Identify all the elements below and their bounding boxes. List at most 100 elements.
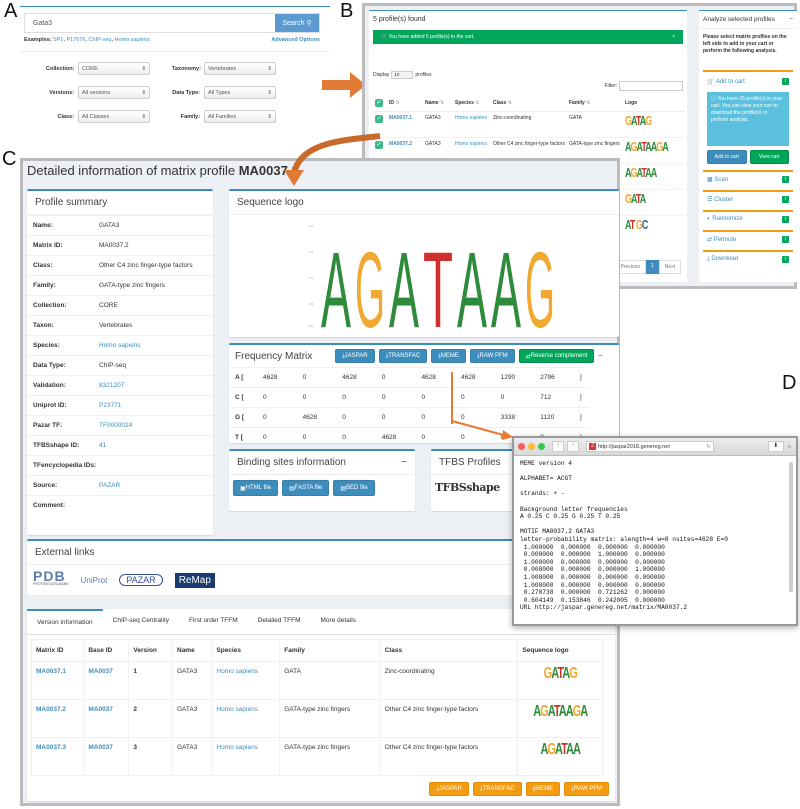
reverse-complement-button[interactable]: ⇄ Reverse complement xyxy=(518,349,595,363)
close-window-button[interactable] xyxy=(518,443,525,450)
pdb-logo[interactable]: PDB PROTEIN DATA BANK xyxy=(33,569,69,588)
summary-value-link[interactable]: P23771 xyxy=(99,402,121,409)
tab-detailed-tffm[interactable]: Detailed TFFM xyxy=(248,609,311,634)
sequence-logo-thumbnail[interactable]: GATAG xyxy=(544,666,578,683)
dl-meme-button[interactable]: ⤓ MEME xyxy=(525,782,561,796)
tool-scan[interactable]: ▦ Scan i xyxy=(703,170,793,186)
example-link[interactable]: P17676 xyxy=(67,37,86,43)
dl-raw-pfm-button[interactable]: ⤓ RAW PFM xyxy=(564,782,609,796)
select-all-checkbox[interactable]: ✓ xyxy=(375,98,383,107)
view-cart-button[interactable]: View cart xyxy=(749,150,789,164)
base-id-link[interactable]: MA0037 xyxy=(88,668,113,675)
taxonomy-select[interactable]: Vertebrates ⇕ xyxy=(204,62,276,75)
search-input[interactable] xyxy=(25,14,275,32)
minimize-window-button[interactable] xyxy=(528,443,535,450)
profile-id-link[interactable]: MA0037.2 xyxy=(389,141,412,147)
example-link[interactable]: ChIP-seq xyxy=(89,37,112,43)
dl-jaspar-button[interactable]: ⤓ JASPAR xyxy=(429,782,469,796)
tool-cluster[interactable]: ☰ Cluster i xyxy=(703,190,793,206)
page-1-button[interactable]: 1 xyxy=(645,260,659,274)
species-link[interactable]: Homo sapiens xyxy=(455,141,487,147)
tool-download[interactable]: ⤓ Download i xyxy=(703,250,793,266)
tab-more-details[interactable]: More details xyxy=(311,609,366,634)
address-bar[interactable]: J http://jaspar2018.genereg.net ↻ xyxy=(586,441,714,452)
add-to-cart-button[interactable]: Add to cart xyxy=(707,150,747,164)
collapse-icon[interactable]: − xyxy=(598,353,602,360)
forward-button[interactable]: › xyxy=(567,441,579,452)
bed-file-button[interactable]: ▤ BED file xyxy=(333,480,375,496)
maximize-window-button[interactable] xyxy=(538,443,545,450)
row-checkbox[interactable]: ✓ xyxy=(375,114,383,123)
example-link[interactable]: SP1 xyxy=(53,37,63,43)
fm-jaspar-button[interactable]: ⤓ JASPAR xyxy=(335,349,375,363)
add-to-cart-item[interactable]: 🛒 Add to cart i xyxy=(703,70,793,90)
search-button[interactable]: Search ⚲ xyxy=(275,14,319,32)
base-id-link[interactable]: MA0037 xyxy=(88,706,113,713)
example-link[interactable]: Homo sapiens xyxy=(115,37,150,43)
species-link[interactable]: Homo sapiens xyxy=(216,668,258,675)
sequence-logo-thumbnail[interactable]: AGATAAGA xyxy=(533,704,588,721)
summary-value-link[interactable]: PAZAR xyxy=(99,482,120,489)
display-select[interactable]: 10 xyxy=(391,71,414,79)
sequence-logo-thumbnail[interactable]: GATAG xyxy=(625,112,652,129)
html-file-button[interactable]: ▣ HTML file xyxy=(233,480,279,496)
download-icon[interactable]: ⬇ xyxy=(767,441,784,452)
fm-raw-pfm-button[interactable]: ⤓ RAW PFM xyxy=(469,349,515,363)
family-select[interactable]: All Families ⇕ xyxy=(204,110,276,123)
sequence-logo-thumbnail[interactable]: AGATAAGA xyxy=(625,138,669,155)
new-tab-icon[interactable]: + xyxy=(787,442,792,452)
species-link[interactable]: Homo sapiens xyxy=(216,706,258,713)
sequence-logo-thumbnail[interactable]: GATA xyxy=(625,190,646,207)
data-type-select[interactable]: All Types ⇕ xyxy=(204,86,276,99)
close-icon[interactable]: × xyxy=(672,34,675,40)
tab-first-order-tffm[interactable]: First order TFFM xyxy=(179,609,248,634)
summary-value-link[interactable]: TF0000024 xyxy=(99,422,132,429)
species-link[interactable]: Homo sapiens xyxy=(216,744,258,751)
matrix-id-link[interactable]: MA0037.2 xyxy=(36,706,66,713)
collapse-icon[interactable]: − xyxy=(401,457,407,468)
col-id[interactable]: ID ⇅ xyxy=(387,95,423,112)
tab-chip-seq-centrality[interactable]: ChIP-seq Centrality xyxy=(103,609,179,634)
species-link[interactable]: Homo sapiens xyxy=(455,115,487,121)
reload-icon[interactable]: ↻ xyxy=(706,444,713,450)
info-icon[interactable]: i xyxy=(782,235,789,243)
fm-meme-button[interactable]: ⤓ MEME xyxy=(431,349,466,363)
next-page-button[interactable]: Next xyxy=(658,260,681,274)
tool-permute[interactable]: ⇄ Permute i xyxy=(703,230,793,246)
summary-value-link[interactable]: 41 xyxy=(99,442,106,449)
info-icon[interactable]: i xyxy=(782,195,789,203)
matrix-id-link[interactable]: MA0037.1 xyxy=(36,668,66,675)
back-button[interactable]: ‹ xyxy=(552,441,564,452)
base-id-link[interactable]: MA0037 xyxy=(88,744,113,751)
collection-select[interactable]: CORE ⇕ xyxy=(78,62,150,75)
tool-randomize[interactable]: ◐ Randomize i xyxy=(703,210,793,226)
col-family[interactable]: Family ⇅ xyxy=(567,95,623,112)
summary-value-link[interactable]: Homo sapiens xyxy=(99,342,141,349)
fm-transfac-button[interactable]: ⤓ TRANSFAC xyxy=(378,349,428,363)
uniprot-logo[interactable]: UniProt xyxy=(81,576,108,585)
advanced-options-link[interactable]: Advanced Options xyxy=(271,37,320,43)
fasta-file-button[interactable]: ▤ FASTA file xyxy=(282,480,330,496)
info-icon[interactable]: i xyxy=(782,255,789,263)
col-name[interactable]: Name ⇅ xyxy=(423,95,453,112)
info-icon[interactable]: i xyxy=(782,77,789,85)
collapse-icon[interactable]: − xyxy=(789,16,793,23)
sequence-logo-thumbnail[interactable]: AGATAA xyxy=(625,164,657,181)
col-class[interactable]: Class ⇅ xyxy=(491,95,567,112)
info-icon[interactable]: i xyxy=(782,175,789,183)
filter-input[interactable] xyxy=(619,81,683,91)
remap-logo[interactable]: ReMap xyxy=(174,572,215,588)
matrix-id-link[interactable]: MA0037.3 xyxy=(36,744,66,751)
tab-version-information[interactable]: Version information xyxy=(27,609,103,634)
scrollbar[interactable] xyxy=(789,462,793,592)
col-species[interactable]: Species ⇅ xyxy=(453,95,491,112)
summary-value-link[interactable]: 8321207 xyxy=(99,382,124,389)
class-select[interactable]: All Classes ⇕ xyxy=(78,110,150,123)
profile-id-link[interactable]: MA0037.1 xyxy=(389,115,412,121)
info-icon[interactable]: i xyxy=(782,215,789,223)
sequence-logo-thumbnail[interactable]: AGATAA xyxy=(540,742,580,759)
dl-transfac-button[interactable]: ⤓ TRANSFAC xyxy=(472,782,522,796)
versions-select[interactable]: All versions ⇕ xyxy=(78,86,150,99)
pazar-logo[interactable]: PAZAR xyxy=(119,574,163,586)
sequence-logo-thumbnail[interactable]: AT GC xyxy=(625,216,648,233)
